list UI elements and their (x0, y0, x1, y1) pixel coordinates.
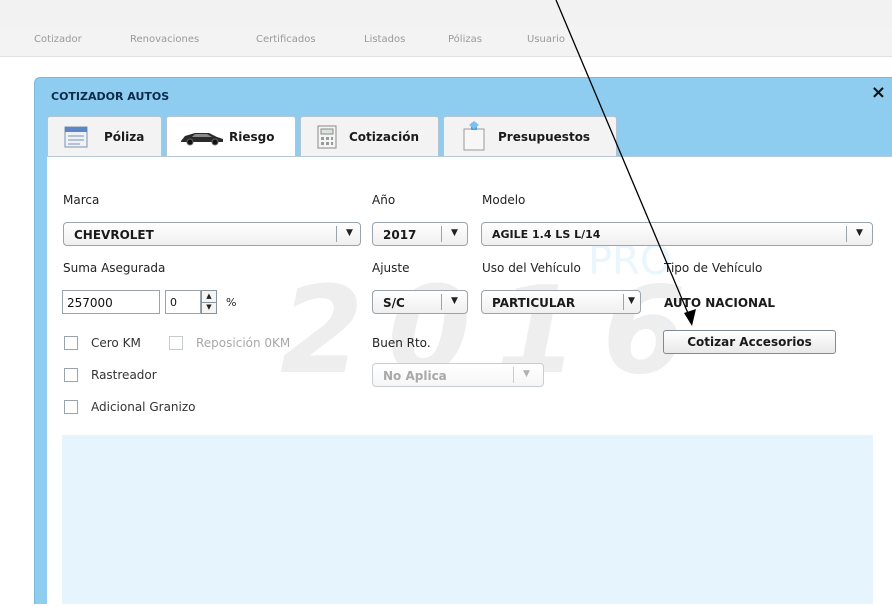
annotation-arrow-icon (555, 0, 696, 326)
